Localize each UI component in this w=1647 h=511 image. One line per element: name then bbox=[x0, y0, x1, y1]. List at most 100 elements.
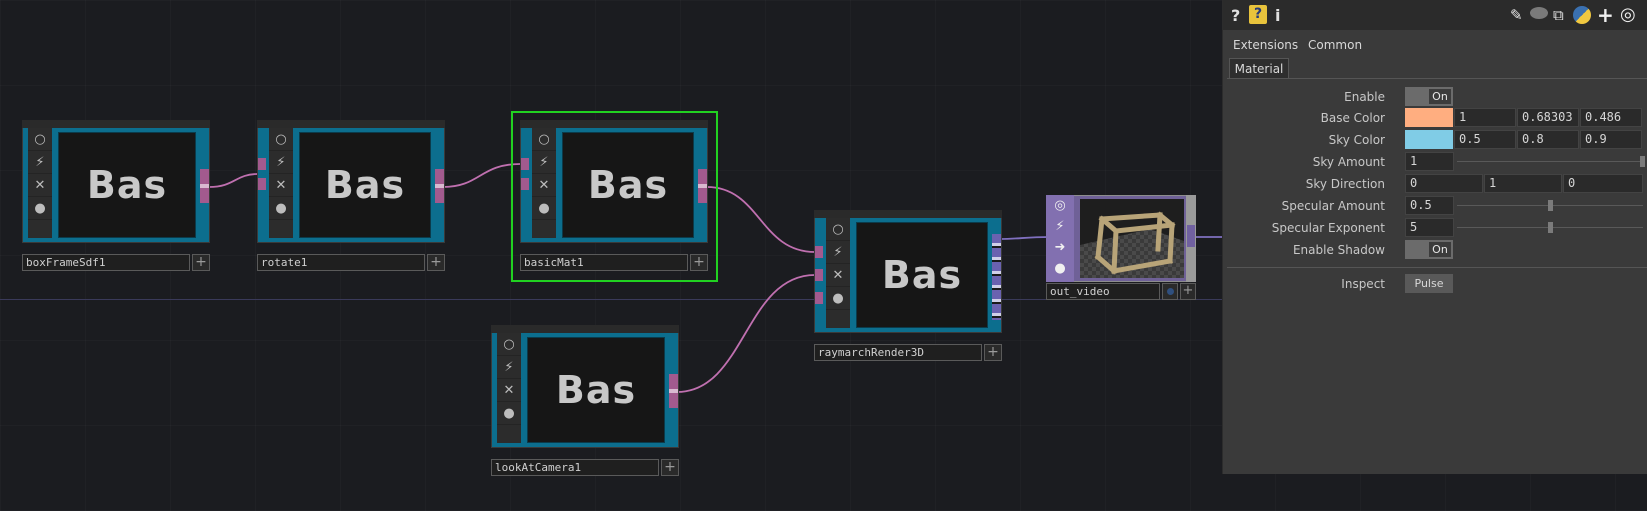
slider-knob[interactable] bbox=[1548, 222, 1553, 233]
sky-direction-x-field[interactable]: 0 bbox=[1405, 174, 1483, 193]
inspect-pulse-button[interactable]: Pulse bbox=[1405, 274, 1453, 293]
sky-color-r-field[interactable]: 0.5 bbox=[1454, 130, 1516, 149]
output-port[interactable] bbox=[698, 169, 707, 203]
close-icon[interactable]: ✕ bbox=[532, 174, 556, 197]
node-raymarchrender3d[interactable]: ○ ⚡ ✕ ● Bas raymarchRender3D + bbox=[814, 210, 1002, 361]
close-icon[interactable]: ✕ bbox=[826, 264, 850, 287]
output-port[interactable] bbox=[435, 169, 444, 203]
lock-icon[interactable]: ● bbox=[269, 197, 293, 220]
help-icon[interactable]: ? bbox=[1231, 6, 1240, 25]
enable-toggle[interactable]: On bbox=[1405, 87, 1453, 106]
circle-icon[interactable]: ○ bbox=[28, 128, 52, 151]
input-port[interactable] bbox=[815, 269, 823, 281]
node-name[interactable]: rotate1 bbox=[257, 254, 425, 271]
toggle-state: On bbox=[1429, 242, 1451, 257]
sky-direction-z-field[interactable]: 0 bbox=[1563, 174, 1643, 193]
node-name[interactable]: raymarchRender3D bbox=[814, 344, 982, 361]
param-specular-amount: Specular Amount 0.5 bbox=[1223, 196, 1647, 216]
lightning-icon[interactable]: ⚡ bbox=[497, 356, 521, 379]
close-icon[interactable]: ✕ bbox=[28, 174, 52, 197]
specular-amount-slider[interactable] bbox=[1457, 200, 1643, 211]
node-boxframesdf1[interactable]: ○ ⚡ ✕ ● Bas boxFrameSdf1 + bbox=[22, 120, 210, 271]
tab-bar: Extensions Common bbox=[1223, 34, 1647, 56]
display-flag-icon[interactable] bbox=[1162, 283, 1178, 300]
circle-icon[interactable]: ○ bbox=[269, 128, 293, 151]
node-out-video[interactable]: ◎ ⚡ ➜ ● out_video + bbox=[1046, 195, 1196, 301]
lock-icon[interactable]: ● bbox=[826, 287, 850, 310]
preview-text: Bas bbox=[881, 253, 963, 297]
circle-icon[interactable]: ○ bbox=[532, 128, 556, 151]
add-icon[interactable]: + bbox=[690, 254, 708, 271]
target-icon[interactable]: ◎ bbox=[1620, 4, 1636, 25]
node-topbar bbox=[491, 325, 679, 333]
python-icon[interactable] bbox=[1573, 6, 1591, 24]
output-port[interactable] bbox=[200, 169, 209, 203]
node-name[interactable]: basicMat1 bbox=[520, 254, 688, 271]
lightning-icon[interactable]: ⚡ bbox=[826, 241, 850, 264]
input-port[interactable] bbox=[815, 246, 823, 258]
sky-amount-slider[interactable] bbox=[1457, 156, 1645, 167]
sky-direction-y-field[interactable]: 1 bbox=[1484, 174, 1562, 193]
base-color-g-field[interactable]: 0.68303 bbox=[1517, 108, 1579, 127]
lightning-icon[interactable]: ⚡ bbox=[269, 151, 293, 174]
info-icon[interactable]: i bbox=[1275, 6, 1280, 25]
sky-amount-field[interactable]: 1 bbox=[1405, 152, 1454, 171]
sky-color-b-field[interactable]: 0.9 bbox=[1580, 130, 1642, 149]
lock-icon[interactable]: ● bbox=[1046, 258, 1074, 279]
input-port[interactable] bbox=[521, 158, 529, 170]
output-port-stack[interactable] bbox=[992, 234, 1001, 320]
arrow-right-icon[interactable]: ➜ bbox=[1046, 237, 1074, 258]
sky-color-swatch[interactable] bbox=[1405, 130, 1453, 149]
node-name[interactable]: lookAtCamera1 bbox=[491, 459, 659, 476]
tab-extensions[interactable]: Extensions bbox=[1233, 38, 1298, 52]
param-label: Specular Amount bbox=[1281, 199, 1385, 213]
specular-amount-field[interactable]: 0.5 bbox=[1405, 196, 1454, 215]
input-port[interactable] bbox=[521, 178, 529, 190]
node-name[interactable]: boxFrameSdf1 bbox=[22, 254, 190, 271]
plus-icon[interactable]: + bbox=[1597, 3, 1614, 27]
input-port[interactable] bbox=[258, 178, 266, 190]
input-port[interactable] bbox=[258, 158, 266, 170]
close-icon[interactable]: ✕ bbox=[497, 379, 521, 402]
tab-common[interactable]: Common bbox=[1308, 38, 1362, 52]
specular-exponent-slider[interactable] bbox=[1457, 222, 1643, 233]
output-port[interactable] bbox=[1187, 225, 1195, 247]
python-help-icon[interactable]: ? bbox=[1249, 5, 1267, 24]
lock-icon[interactable]: ● bbox=[532, 197, 556, 220]
enable-shadow-toggle[interactable]: On bbox=[1405, 240, 1453, 259]
tab-material[interactable]: Material bbox=[1229, 58, 1289, 78]
base-color-swatch[interactable] bbox=[1405, 108, 1453, 127]
slider-knob[interactable] bbox=[1548, 200, 1553, 211]
lock-icon[interactable]: ● bbox=[497, 402, 521, 425]
target-icon[interactable]: ◎ bbox=[1046, 195, 1074, 216]
specular-exponent-field[interactable]: 5 bbox=[1405, 218, 1454, 237]
add-icon[interactable]: + bbox=[427, 254, 445, 271]
node-preview: Bas bbox=[58, 132, 196, 238]
close-icon[interactable]: ✕ bbox=[269, 174, 293, 197]
circle-icon[interactable]: ○ bbox=[497, 333, 521, 356]
node-name[interactable]: out_video bbox=[1046, 283, 1160, 300]
input-port[interactable] bbox=[815, 292, 823, 304]
preview-text: Bas bbox=[555, 368, 637, 412]
lock-icon[interactable]: ● bbox=[28, 197, 52, 220]
add-icon[interactable]: + bbox=[661, 459, 679, 476]
node-viewer-controls: ○ ⚡ ✕ ● bbox=[497, 333, 521, 443]
slider-knob[interactable] bbox=[1640, 156, 1645, 167]
sky-color-g-field[interactable]: 0.8 bbox=[1517, 130, 1579, 149]
output-port[interactable] bbox=[669, 374, 678, 408]
comment-icon[interactable] bbox=[1530, 7, 1548, 19]
node-rotate1[interactable]: ○ ⚡ ✕ ● Bas rotate1 + bbox=[257, 120, 445, 271]
base-color-r-field[interactable]: 1 bbox=[1454, 108, 1516, 127]
lightning-icon[interactable]: ⚡ bbox=[28, 151, 52, 174]
node-basicmat1[interactable]: ○ ⚡ ✕ ● Bas basicMat1 + bbox=[520, 120, 708, 271]
add-icon[interactable]: + bbox=[984, 344, 1002, 361]
node-lookatcamera1[interactable]: ○ ⚡ ✕ ● Bas lookAtCamera1 + bbox=[491, 325, 679, 476]
clone-icon[interactable]: ⧉ bbox=[1553, 6, 1564, 24]
add-icon[interactable]: + bbox=[1180, 283, 1196, 300]
base-color-b-field[interactable]: 0.486 bbox=[1580, 108, 1642, 127]
circle-icon[interactable]: ○ bbox=[826, 218, 850, 241]
lightning-icon[interactable]: ⚡ bbox=[532, 151, 556, 174]
add-icon[interactable]: + bbox=[192, 254, 210, 271]
edit-icon[interactable]: ✎ bbox=[1510, 6, 1523, 24]
lightning-icon[interactable]: ⚡ bbox=[1046, 216, 1074, 237]
